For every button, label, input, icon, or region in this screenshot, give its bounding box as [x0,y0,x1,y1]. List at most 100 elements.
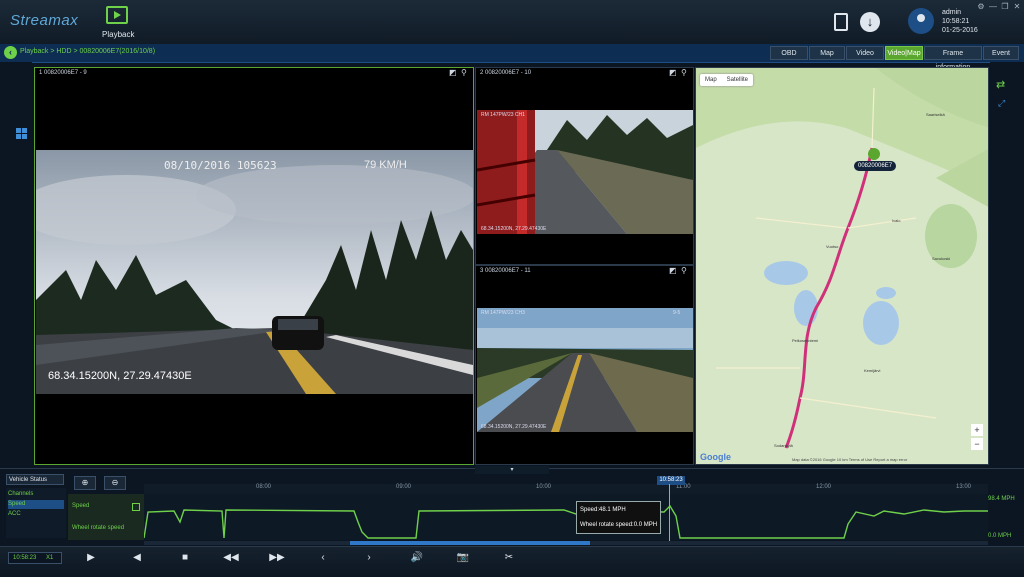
time-tick: 09:00 [396,484,412,490]
app-logo: Streamax [10,12,79,29]
rewind-button[interactable]: ◀◀ [222,551,240,565]
status-list: Channels Speed ACC [6,488,66,538]
zoom-lens-icon[interactable]: ⚲ [681,266,687,275]
fullscreen-icon[interactable]: ◩ [669,68,677,77]
map-place-label: Kemijärvi [864,368,881,373]
time-tick: 12:00 [816,484,832,490]
document-icon[interactable] [834,13,848,31]
playback-label: Playback [102,30,135,39]
clock-time: 10:58:23 [13,555,37,561]
download-icon[interactable]: ↓ [860,12,880,32]
user-avatar[interactable] [908,8,934,34]
next-frame-button[interactable]: › [360,551,378,565]
video-panel-ch1[interactable]: 1 00820006E7 - 9 ◩ ⚲ 08/10/2016 105623 7… [34,67,474,465]
zoom-lens-icon[interactable]: ⚲ [461,68,467,77]
collapse-toggle[interactable]: ▾ [475,466,549,474]
tooltip-wheel: Wheel rotate speed:0.0 MPH [580,522,658,528]
list-item-acc[interactable]: ACC [8,510,64,519]
video-frame-ch3: RM 147PW/23 CH3 9-5 68.34.15200N, 27.29.… [477,308,693,432]
speed-track-checkbox[interactable] [132,503,140,511]
graph-tooltip: Speed:48.1 MPH Wheel rotate speed:0.0 MP… [576,501,661,534]
zoom-lens-icon[interactable]: ⚲ [681,68,687,77]
close-icon[interactable]: ✕ [1012,2,1022,11]
stop-button[interactable]: ■ [176,551,194,565]
timeline-cursor[interactable] [669,484,670,542]
map-place-label: Savukoski [932,256,951,261]
map-type-satellite[interactable]: Satellite [722,74,753,86]
layout-grid-icon[interactable] [16,128,27,139]
timeline-scrollbar[interactable] [144,541,988,545]
tab-frame-information[interactable]: Frame information [924,46,982,71]
scrollbar-thumb[interactable] [350,541,590,545]
video-title-ch1: 1 00820006E7 - 9 [39,70,87,76]
time-tick: 08:00 [256,484,272,490]
map-type-toggle[interactable]: Map Satellite [700,74,754,86]
playback-button[interactable]: Playback [98,4,138,42]
current-time-badge: 10:58:23 [657,476,685,485]
map-zoom-out-button[interactable]: − [971,438,983,450]
video-gps-ch3: 68.34.15200N, 27.29.47430E [481,424,547,430]
map-attribution[interactable]: Map data ©2016 Google 10 km Terms of Use… [792,457,907,462]
video-speed-overlay: 79 KM/H [364,159,407,171]
video-panel-ch2[interactable]: 2 00820006E7 - 10 ◩ ⚲ RM 147PW/23 CH1 68… [475,67,694,265]
tooltip-speed: Speed:48.1 MPH [580,507,626,513]
speed-graph[interactable] [144,494,988,540]
tab-video[interactable]: Video [846,46,884,60]
right-toolbar [990,62,1024,468]
video-overlay-right-ch3: 9-5 [673,310,681,316]
tab-event[interactable]: Event [983,46,1019,60]
user-date: 01-25-2016 [942,27,978,34]
clip-scissors-icon[interactable]: ✂ [500,551,518,565]
speed-track-label: Speed [72,503,90,509]
list-item-channels[interactable]: Channels [8,490,64,499]
video-panel-ch3[interactable]: 3 00820006E7 - 11 ◩ ⚲ RM 147PW/23 CH3 9-… [475,265,694,465]
map-place-label: Sodankylä [774,443,793,448]
y-axis-max: 98.4 MPH [988,496,1015,502]
fullscreen-icon[interactable]: ◩ [449,68,457,77]
user-name: admin [942,9,962,16]
timeline-zoom-in-button[interactable]: ⊕ [74,476,96,490]
timeline-zoom-out-button[interactable]: ⊖ [104,476,126,490]
tab-obd[interactable]: OBD [770,46,808,60]
list-item-speed[interactable]: Speed [8,500,64,509]
previous-frame-button[interactable]: ‹ [314,551,332,565]
play-icon [106,6,128,24]
map-zoom-in-button[interactable]: + [971,424,983,436]
play-button[interactable]: ▶ [82,551,100,565]
map-view[interactable]: Map Satellite 00820006E7 Saariselkä Ival… [695,67,989,465]
reverse-play-button[interactable]: ◀ [128,551,146,565]
breadcrumb: Playback > HDD > 00820006E7(2016/10/8) [20,48,156,55]
map-place-label: Saariselkä [926,112,945,117]
fullscreen-icon[interactable]: ◩ [669,266,677,275]
fast-forward-button[interactable]: ▶▶ [268,551,286,565]
video-title-ch3: 3 00820006E7 - 11 [480,268,531,274]
expand-icon[interactable]: ⤢ [998,98,1005,109]
snapshot-camera-icon[interactable]: 📷 [454,551,472,565]
map-place-label: Vuotso [826,244,839,249]
vehicle-status-select[interactable]: Vehicle Status [6,474,64,485]
map-place-label: Pelkosenniemi [792,338,819,343]
settings-icon[interactable]: ⚙ [976,2,986,11]
speed-multiplier[interactable]: X1 [46,555,53,561]
maximize-icon[interactable]: ❐ [1000,2,1010,11]
video-title-ch2: 2 00820006E7 - 10 [480,70,532,76]
video-frame-ch1: 08/10/2016 105623 79 KM/H 68.34.15200N, … [36,150,473,394]
tab-map[interactable]: Map [809,46,845,60]
time-tick: 10:00 [536,484,552,490]
map-place-label: Ivalo [892,218,901,223]
wheel-track-label: Wheel rotate speed [72,525,125,531]
volume-icon[interactable]: 🔊 [408,551,426,565]
user-time: 10:58:21 [942,18,970,25]
map-type-map[interactable]: Map [700,74,722,86]
video-overlay-ch3: RM 147PW/23 CH3 [481,310,525,316]
minimize-icon[interactable]: — [988,2,998,11]
vehicle-map-label[interactable]: 00820006E7 [854,161,897,171]
tab-video-map[interactable]: Video|Map [885,46,923,60]
y-axis-min: 0.0 MPH [988,533,1012,539]
time-tick: 13:00 [956,484,972,490]
video-gps-overlay: 68.34.15200N, 27.29.47430E [48,370,192,382]
time-ruler[interactable]: 08:00 09:00 10:00 11:00 12:00 13:00 [144,484,988,494]
back-icon[interactable]: ‹ [4,46,17,59]
link-icon[interactable]: ⇄ [996,78,1005,91]
video-gps-ch2: 68.34.15200N, 27.29.47430E [481,226,547,232]
